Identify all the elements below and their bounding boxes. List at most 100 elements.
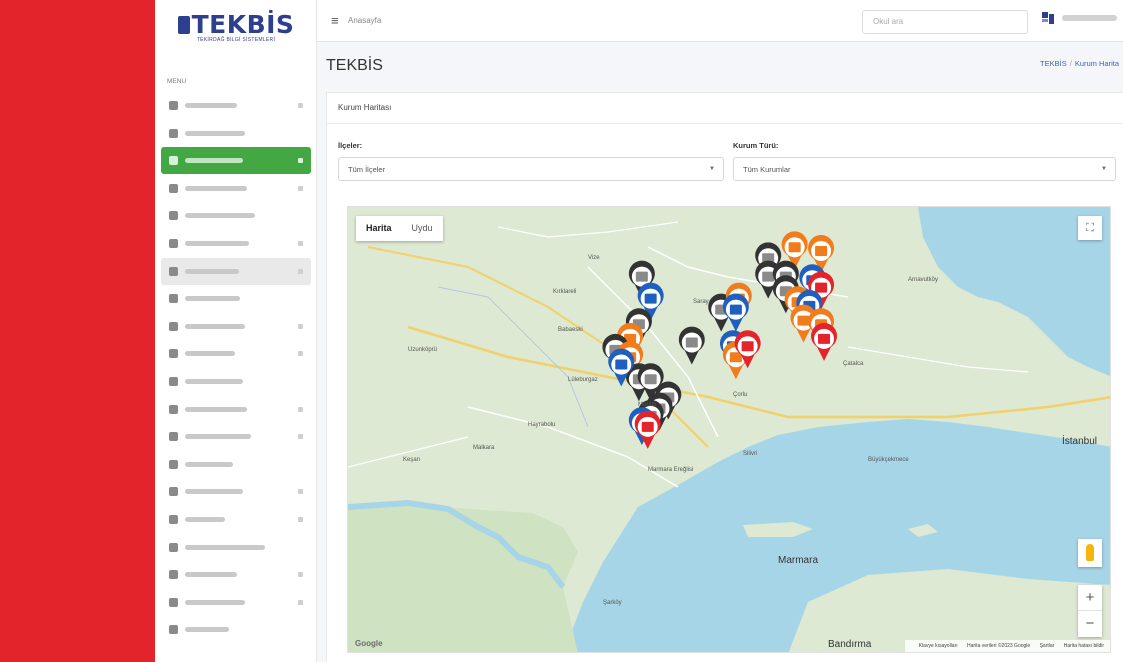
sidebar-menu-item[interactable] xyxy=(161,478,311,505)
chevron-right-icon xyxy=(298,572,303,578)
sidebar-menu-label xyxy=(185,323,245,329)
sidebar-menu-label xyxy=(185,103,237,108)
sidebar-menu-label xyxy=(185,516,225,522)
menu-item-icon xyxy=(169,376,178,386)
sidebar-menu-label xyxy=(185,572,237,578)
school-building-icon xyxy=(729,304,742,315)
chevron-right-icon xyxy=(298,406,303,412)
map-base xyxy=(348,207,1110,652)
sidebar-menu-label xyxy=(185,489,243,495)
school-building-icon xyxy=(685,337,698,348)
home-link[interactable]: Anasayfa xyxy=(348,16,381,25)
menu-item-icon xyxy=(169,570,178,580)
menu-item-icon xyxy=(169,514,178,524)
menu-item-icon xyxy=(169,349,178,359)
sidebar-menu-item[interactable] xyxy=(161,423,311,450)
chevron-right-icon xyxy=(298,240,303,246)
map-attribution: Klavye kısayolları Harita verileri ©2023… xyxy=(904,640,1110,652)
menu-item-icon xyxy=(169,156,178,166)
screenshot: TEKBİS TEKİRDAĞ BİLGİ SİSTEMLERİ MENU ≡ … xyxy=(0,0,1123,662)
district-select[interactable]: Tüm İlçeler ▼ xyxy=(338,157,724,181)
sidebar-menu-item[interactable] xyxy=(161,147,311,175)
zoom-out-button[interactable]: − xyxy=(1078,611,1102,637)
school-building-icon xyxy=(797,315,810,326)
sidebar-menu-item[interactable] xyxy=(161,175,311,202)
map-type-harita-button[interactable]: Harita xyxy=(356,216,402,241)
card-title: Kurum Haritası xyxy=(327,93,1123,124)
map-label-silivri: Silivri xyxy=(743,451,758,457)
map-label-kirklareli: Kırklareli xyxy=(553,289,577,295)
attribution-report[interactable]: Harita hatası bildir xyxy=(1064,643,1104,649)
sidebar-menu-item[interactable] xyxy=(161,616,311,643)
institution-type-select[interactable]: Tüm Kurumlar ▼ xyxy=(733,157,1116,181)
sidebar-menu-item[interactable] xyxy=(161,589,311,616)
chevron-right-icon xyxy=(298,489,303,495)
user-avatar-icon[interactable] xyxy=(1040,10,1056,26)
zoom-in-button[interactable]: + xyxy=(1078,585,1102,611)
menu-section-label: MENU xyxy=(167,78,187,85)
sidebar-menu-item[interactable] xyxy=(161,396,311,423)
map-label-marmara: Marmara xyxy=(778,555,819,566)
sidebar-menu-item[interactable] xyxy=(161,120,311,147)
school-building-icon xyxy=(644,293,657,304)
sidebar-menu-item[interactable] xyxy=(161,506,311,533)
sidebar-menu-item[interactable] xyxy=(161,257,311,285)
map-label-bandirma: Bandırma xyxy=(828,639,872,650)
map-type-uydu-button[interactable]: Uydu xyxy=(402,216,443,241)
sidebar-menu-item[interactable] xyxy=(161,561,311,588)
user-name[interactable] xyxy=(1062,15,1117,21)
menu-item-icon xyxy=(169,542,178,552)
sidebar-menu-item[interactable] xyxy=(161,451,311,478)
sidebar-menu-item[interactable] xyxy=(161,202,311,229)
institution-map[interactable]: Kırklareli Babaeski Lüleburgaz Vize Sara… xyxy=(347,206,1111,653)
breadcrumb-home[interactable]: TEKBİS xyxy=(1040,59,1067,68)
sidebar-menu-item[interactable] xyxy=(161,534,311,561)
sidebar-menu-item[interactable] xyxy=(161,368,311,395)
map-label-kesan: Keşan xyxy=(403,457,421,463)
street-view-pegman-icon[interactable] xyxy=(1078,539,1102,567)
school-building-icon xyxy=(818,333,831,344)
sidebar-menu-item[interactable] xyxy=(161,230,311,257)
map-label-arnavutkoy: Arnavutköy xyxy=(908,277,939,283)
menu-item-icon xyxy=(169,597,178,607)
sidebar-menu-label xyxy=(185,130,245,136)
school-building-icon xyxy=(644,374,657,385)
sidebar-menu-label xyxy=(185,627,229,633)
sidebar-menu-label xyxy=(185,434,251,440)
attribution-data: Harita verileri ©2023 Google xyxy=(967,643,1031,649)
map-label-uzunkopru: Uzunköprü xyxy=(408,347,438,353)
map-label-marmara-ereglisi: Marmara Ereğlisi xyxy=(648,467,694,473)
chevron-down-icon: ▼ xyxy=(1101,166,1107,172)
page-title: TEKBİS xyxy=(326,57,383,74)
chevron-right-icon xyxy=(298,323,303,329)
sidebar-menu-label xyxy=(185,296,240,302)
sidebar-menu-item[interactable] xyxy=(161,313,311,340)
sidebar-menu-item[interactable] xyxy=(161,340,311,367)
chevron-right-icon xyxy=(298,599,303,605)
sidebar-menu-item[interactable] xyxy=(161,285,311,312)
fullscreen-toggle-icon[interactable]: ⛶ xyxy=(1078,216,1102,240)
chevron-right-icon xyxy=(298,516,303,522)
hamburger-menu-icon[interactable]: ≡ xyxy=(331,13,339,28)
main-content: ≡ Anasayfa Okul ara TEKBİS TEKBİS / Kurum … xyxy=(317,0,1123,662)
chevron-right-icon xyxy=(298,268,303,274)
school-building-icon xyxy=(635,271,648,282)
logo[interactable]: TEKBİS TEKİRDAĞ BİLGİ SİSTEMLERİ xyxy=(169,10,303,60)
map-label-babaeski: Babaeski xyxy=(558,327,583,333)
institution-map-card: Kurum Haritası İlçeler: Tüm İlçeler ▼ Ku… xyxy=(326,92,1123,662)
menu-item-icon xyxy=(169,128,178,138)
menu-item-icon xyxy=(169,266,178,276)
sidebar-menu-label xyxy=(185,268,239,274)
menu-item-icon xyxy=(169,183,178,193)
chevron-right-icon xyxy=(298,351,303,357)
institution-type-select-value: Tüm Kurumlar xyxy=(743,165,791,174)
attribution-shortcuts[interactable]: Klavye kısayolları xyxy=(919,643,958,649)
sidebar-menu-item[interactable] xyxy=(161,92,311,119)
breadcrumb-current: Kurum Harita xyxy=(1074,59,1119,68)
sidebar-menu-label xyxy=(185,213,255,219)
google-logo: Google xyxy=(355,639,383,648)
sidebar-menu xyxy=(161,92,311,644)
attribution-terms[interactable]: Şartlar xyxy=(1040,643,1055,649)
menu-item-icon xyxy=(169,238,178,248)
school-search-input[interactable]: Okul ara xyxy=(862,10,1028,34)
